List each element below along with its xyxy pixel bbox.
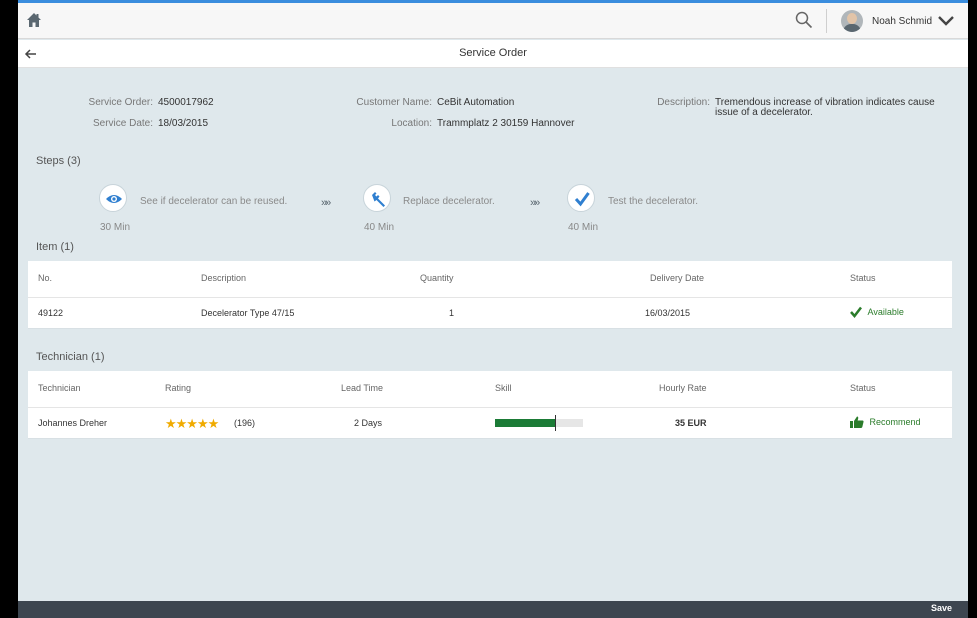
location-value: Trammplatz 2 30159 Hannover (437, 118, 575, 129)
service-date-value: 18/03/2015 (158, 118, 209, 129)
column-header-delivery-date[interactable]: Delivery Date (650, 273, 704, 283)
checkmark-icon (850, 306, 862, 320)
service-order-value: 4500017962 (158, 97, 214, 108)
technician-table: Technician Rating Lead Time Skill Hourly… (28, 371, 952, 439)
step-1-circle[interactable] (99, 184, 127, 212)
hourly-rate: 35 EUR (675, 418, 707, 428)
step-3-circle[interactable] (567, 184, 595, 212)
shell-divider (826, 9, 827, 33)
table-row[interactable]: Johannes Dreher ★★★★★ (196) 2 Days 35 EU… (28, 408, 952, 439)
step-1-time: 30 Min (100, 222, 131, 233)
technician-section-title: Technician (1) (36, 351, 105, 363)
item-status: Available (850, 306, 904, 320)
item-no: 49122 (38, 308, 64, 318)
column-header-status[interactable]: Status (850, 383, 876, 393)
technician-status-label: Recommend (869, 417, 921, 428)
technician-status: Recommend (850, 416, 921, 430)
column-header-technician[interactable]: Technician (38, 383, 81, 393)
user-name[interactable]: Noah Schmid (872, 16, 932, 27)
app-window: Noah Schmid Service Order Service Order:… (18, 0, 968, 618)
step-1-label: See if decelerator can be reused. (140, 196, 288, 207)
skill-bar (495, 415, 583, 431)
thumbs-up-icon (850, 416, 864, 430)
screen-frame: Noah Schmid Service Order Service Order:… (0, 0, 977, 618)
steps-title: Steps (3) (36, 155, 81, 167)
item-quantity: 1 (449, 308, 455, 318)
page-title: Service Order (459, 47, 527, 59)
column-header-hourly-rate[interactable]: Hourly Rate (659, 383, 707, 393)
column-header-status[interactable]: Status (850, 273, 876, 283)
customer-name-value: CeBit Automation (437, 97, 515, 108)
customer-name-label: Customer Name: (356, 97, 432, 108)
description-value-line2: issue of a decelerator. (715, 107, 813, 118)
technician-table-header: Technician Rating Lead Time Skill Hourly… (28, 371, 952, 408)
page-header: Service Order (18, 40, 968, 68)
step-3-label: Test the decelerator. (608, 196, 699, 207)
shell-bar: Noah Schmid (18, 3, 968, 39)
location-label: Location: (391, 118, 432, 129)
items-table-header: No. Description Quantity Delivery Date S… (28, 261, 952, 298)
step-3-time: 40 Min (568, 222, 599, 233)
item-delivery-date: 16/03/2015 (645, 308, 691, 318)
column-header-quantity[interactable]: Quantity (420, 273, 454, 283)
item-status-label: Available (867, 307, 904, 318)
service-date-label: Service Date: (92, 118, 153, 129)
rating-stars: ★★★★★ (165, 416, 219, 431)
items-table: No. Description Quantity Delivery Date S… (28, 261, 952, 329)
column-header-rating[interactable]: Rating (165, 383, 191, 393)
service-order-label: Service Order: (88, 97, 153, 108)
skill-bar-target (554, 415, 556, 431)
column-header-lead-time[interactable]: Lead Time (341, 383, 383, 393)
rating-count: (196) (234, 418, 256, 428)
table-row[interactable]: 49122 Decelerator Type 47/15 1 16/03/201… (28, 298, 952, 329)
avatar[interactable] (841, 10, 863, 32)
search-icon[interactable] (795, 11, 813, 29)
step-2-circle[interactable] (363, 184, 391, 212)
items-section-title: Item (1) (36, 241, 74, 253)
lead-time: 2 Days (354, 418, 383, 428)
save-button[interactable]: Save (931, 603, 952, 613)
column-header-description[interactable]: Description (201, 273, 246, 283)
column-header-skill[interactable]: Skill (495, 383, 512, 393)
item-description: Decelerator Type 47/15 (201, 308, 295, 318)
footer-toolbar: Save (18, 601, 968, 618)
step-arrow-2: »» (530, 197, 540, 209)
description-label: Description: (657, 97, 710, 108)
step-arrow-1: »» (321, 197, 331, 209)
step-2-label: Replace decelerator. (403, 196, 495, 207)
technician-name: Johannes Dreher (38, 418, 108, 428)
home-icon[interactable] (26, 12, 42, 28)
skill-bar-fill (495, 419, 555, 427)
step-2-time: 40 Min (364, 222, 395, 233)
column-header-no[interactable]: No. (38, 273, 52, 283)
chevron-down-icon[interactable] (938, 16, 954, 26)
